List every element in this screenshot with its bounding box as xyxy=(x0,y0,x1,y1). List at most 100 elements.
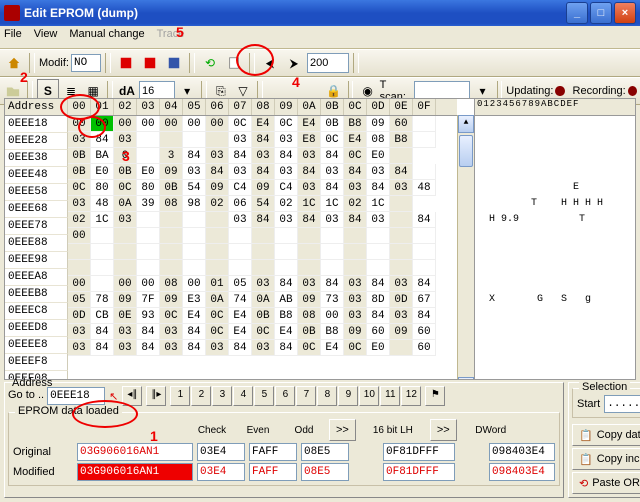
hex-cell[interactable] xyxy=(344,244,367,260)
hex-cell[interactable]: 0C xyxy=(229,116,252,132)
hex-row[interactable]: 00 xyxy=(68,228,457,244)
hex-cell[interactable]: 1C xyxy=(298,196,321,212)
hex-cell[interactable]: 84 xyxy=(91,132,114,148)
hex-cell[interactable]: 67 xyxy=(413,292,436,308)
hex-cell[interactable]: 0C xyxy=(321,132,344,148)
hex-cell[interactable]: 0B xyxy=(298,324,321,340)
hex-cell[interactable]: 00 xyxy=(68,116,91,132)
hex-cell[interactable] xyxy=(275,260,298,276)
hex-cell[interactable]: 05 xyxy=(68,292,91,308)
hex-cell[interactable] xyxy=(229,244,252,260)
hex-cell[interactable] xyxy=(114,228,137,244)
hex-cell[interactable]: 03 xyxy=(298,180,321,196)
hex-cell[interactable]: 00 xyxy=(91,116,114,132)
hex-cell[interactable]: 60 xyxy=(367,324,390,340)
hex-cell[interactable]: 03 xyxy=(229,132,252,148)
hex-cell[interactable]: 48 xyxy=(413,180,436,196)
hex-row[interactable]: 03480A390898020654021C1C021C xyxy=(68,196,457,212)
hex-cell[interactable]: E0 xyxy=(367,148,390,164)
hex-cell[interactable]: 84 xyxy=(137,340,160,356)
hex-cell[interactable]: 00 xyxy=(114,276,137,292)
hex-cell[interactable]: 98 xyxy=(183,196,206,212)
hex-row[interactable]: 0BBA03840384038403840CE0 xyxy=(68,148,457,164)
hex-cell[interactable]: 00 xyxy=(137,276,160,292)
hex-cell[interactable]: 84 xyxy=(321,148,344,164)
hex-cell[interactable] xyxy=(183,228,206,244)
hex-cell[interactable]: 03 xyxy=(252,340,275,356)
goto-slot-11[interactable]: 11 xyxy=(380,386,400,406)
goto-slot-8[interactable]: 8 xyxy=(317,386,337,406)
hex-cell[interactable]: 03 xyxy=(68,324,91,340)
hex-cell[interactable]: E4 xyxy=(321,340,344,356)
hex-cell[interactable] xyxy=(367,244,390,260)
hex-cell[interactable]: 84 xyxy=(137,324,160,340)
hex-cell[interactable] xyxy=(298,260,321,276)
hex-cell[interactable]: 84 xyxy=(344,164,367,180)
hex-cell[interactable] xyxy=(114,260,137,276)
hex-cell[interactable]: 09 xyxy=(160,292,183,308)
hex-cell[interactable]: 84 xyxy=(321,276,344,292)
hex-row[interactable]: 038403840384038403840CE40CE060 xyxy=(68,340,457,356)
hex-cell[interactable]: 0C xyxy=(252,324,275,340)
hex-cell[interactable]: 09 xyxy=(160,164,183,180)
hex-cell[interactable] xyxy=(137,260,160,276)
hex-cell[interactable] xyxy=(344,260,367,276)
hex-cell[interactable] xyxy=(137,228,160,244)
hex-cell[interactable]: 09 xyxy=(298,292,321,308)
hex-cell[interactable] xyxy=(390,228,413,244)
hex-cell[interactable] xyxy=(137,148,160,164)
hex-row[interactable]: 000000080001050384038403840384 xyxy=(68,276,457,292)
hex-cell[interactable]: 05 xyxy=(229,276,252,292)
goto-slot-2[interactable]: 2 xyxy=(191,386,211,406)
hex-cell[interactable]: E8 xyxy=(298,132,321,148)
hex-cell[interactable]: 84 xyxy=(275,340,298,356)
hex-cell[interactable] xyxy=(298,228,321,244)
hex-cell[interactable] xyxy=(321,244,344,260)
tb-left-icon[interactable]: ⮜ xyxy=(259,52,281,74)
hex-cell[interactable]: 03 xyxy=(344,180,367,196)
hex-cell[interactable]: 03 xyxy=(206,340,229,356)
hex-cell[interactable]: 0B xyxy=(160,180,183,196)
hex-cell[interactable]: 03 xyxy=(367,164,390,180)
hex-cell[interactable] xyxy=(390,244,413,260)
offset-input[interactable] xyxy=(307,53,349,73)
hex-cell[interactable]: 03 xyxy=(160,340,183,356)
hex-cell[interactable]: 84 xyxy=(413,308,436,324)
hex-cell[interactable]: 08 xyxy=(298,308,321,324)
btn-dword[interactable]: >> xyxy=(430,419,457,441)
hex-cell[interactable]: 84 xyxy=(91,340,114,356)
hex-cell[interactable] xyxy=(298,244,321,260)
hex-cell[interactable] xyxy=(413,260,436,276)
hex-cell[interactable] xyxy=(183,244,206,260)
hex-cell[interactable]: 84 xyxy=(252,164,275,180)
menu-file[interactable]: File xyxy=(4,28,22,46)
hex-cell[interactable]: 93 xyxy=(137,308,160,324)
hex-cell[interactable]: 84 xyxy=(413,212,436,228)
hex-cell[interactable]: 0B xyxy=(68,148,91,164)
hex-cell[interactable] xyxy=(229,228,252,244)
hex-cell[interactable]: CB xyxy=(91,308,114,324)
hex-cell[interactable]: AB xyxy=(275,292,298,308)
maximize-button[interactable]: □ xyxy=(590,2,612,24)
tb-right-icon[interactable]: ⮞ xyxy=(283,52,305,74)
hex-cell[interactable]: 00 xyxy=(137,116,160,132)
hex-cell[interactable]: E0 xyxy=(367,340,390,356)
goto-slot-6[interactable]: 6 xyxy=(275,386,295,406)
tb-doc-icon[interactable] xyxy=(223,52,245,74)
hex-cell[interactable]: 09 xyxy=(252,180,275,196)
hex-cell[interactable] xyxy=(413,228,436,244)
hex-cell[interactable]: 84 xyxy=(275,148,298,164)
goto-slot-3[interactable]: 3 xyxy=(212,386,232,406)
hex-cell[interactable]: 73 xyxy=(321,292,344,308)
hex-cell[interactable]: 84 xyxy=(367,308,390,324)
hex-cell[interactable]: B8 xyxy=(390,132,413,148)
hex-cell[interactable] xyxy=(137,132,160,148)
hex-cell[interactable]: 02 xyxy=(344,196,367,212)
hex-cell[interactable]: E0 xyxy=(137,164,160,180)
hex-cell[interactable]: 03 xyxy=(275,212,298,228)
hex-cell[interactable]: 84 xyxy=(344,212,367,228)
hex-cell[interactable] xyxy=(229,260,252,276)
hex-cell[interactable]: 03 xyxy=(183,164,206,180)
hex-cell[interactable] xyxy=(390,148,413,164)
hex-cell[interactable]: 03 xyxy=(344,292,367,308)
